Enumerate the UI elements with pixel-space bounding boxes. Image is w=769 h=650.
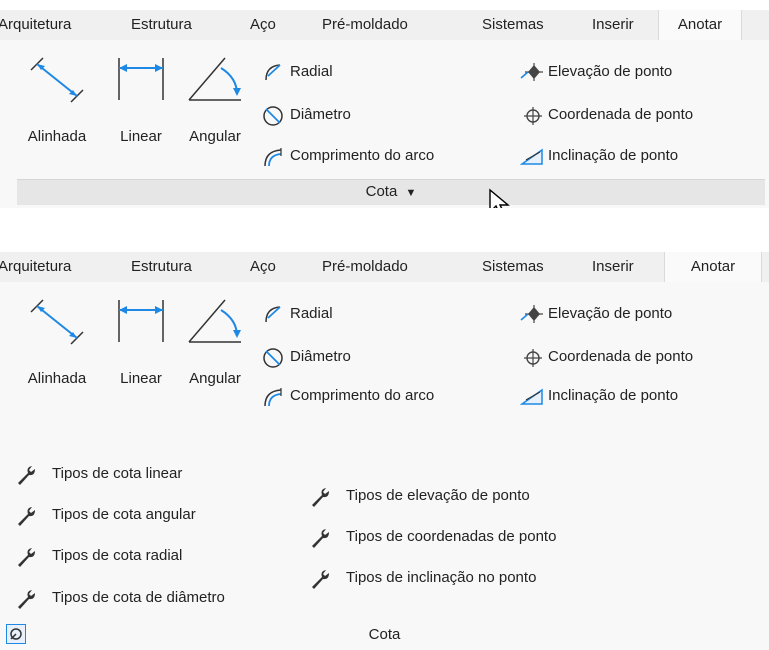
spot-coordinate-label: Coordenada de ponto xyxy=(548,106,694,123)
angular-dimension-types-label: Tipos de cota angular xyxy=(52,506,196,523)
linear-dimension-types-label: Tipos de cota linear xyxy=(52,465,183,482)
ribbon-panel-cota-expanded: Alinhada Linear Angular Radial Diâmetro … xyxy=(0,282,769,650)
radial-dimension-types-label: Tipos de cota radial xyxy=(52,547,183,564)
spot-slope-icon xyxy=(520,148,543,165)
tab-estrutura[interactable]: Estrutura xyxy=(131,10,192,40)
linear-dimension-icon xyxy=(118,300,164,342)
radial-label: Radial xyxy=(290,305,333,322)
angular-dimension-icon xyxy=(188,57,241,101)
spot-coordinate-button[interactable]: Coordenada de ponto xyxy=(520,103,765,127)
spot-coordinate-label: Coordenada de ponto xyxy=(548,348,694,365)
linear-dimension-button[interactable]: Linear xyxy=(106,50,176,150)
ribbon-tab-bar-expanded: Arquitetura Estrutura Aço Pré-moldado Si… xyxy=(0,252,769,282)
angular-dimension-types-button[interactable]: Tipos de cota angular xyxy=(16,503,256,527)
radial-label: Radial xyxy=(290,63,333,80)
arc-length-dimension-button[interactable]: Comprimento do arco xyxy=(262,384,522,408)
spot-slope-label: Inclinação de ponto xyxy=(548,387,679,404)
wrench-icon xyxy=(18,590,35,609)
tab-inserir[interactable]: Inserir xyxy=(592,252,634,282)
radial-dimension-button[interactable]: Radial xyxy=(262,302,462,326)
panel-title: Cota xyxy=(365,183,398,200)
arc-length-dimension-button[interactable]: Comprimento do arco xyxy=(262,144,522,168)
spot-elevation-button[interactable]: Elevação de ponto xyxy=(520,60,760,84)
linear-dimension-types-button[interactable]: Tipos de cota linear xyxy=(16,462,246,486)
radial-icon xyxy=(265,64,281,81)
spot-elevation-label: Elevação de ponto xyxy=(548,305,673,322)
aligned-dimension-icon xyxy=(30,57,84,103)
spot-coordinate-types-label: Tipos de coordenadas de ponto xyxy=(346,528,557,545)
arc-length-label: Comprimento do arco xyxy=(290,387,435,404)
spot-coordinate-button[interactable]: Coordenada de ponto xyxy=(520,345,768,369)
diameter-dimension-types-button[interactable]: Tipos de cota de diâmetro xyxy=(16,586,296,610)
aligned-dimension-label: Alinhada xyxy=(27,370,87,387)
spot-elevation-icon xyxy=(520,305,543,323)
separator xyxy=(0,208,769,232)
tab-pre-moldado[interactable]: Pré-moldado xyxy=(322,10,408,40)
tab-arquitetura[interactable]: Arquitetura xyxy=(0,10,71,40)
angular-dimension-label: Angular xyxy=(189,370,241,387)
wrench-icon xyxy=(18,507,35,526)
angular-dimension-label: Angular xyxy=(189,128,241,145)
aligned-dimension-button[interactable]: Alinhada xyxy=(22,292,92,392)
spot-slope-types-button[interactable]: Tipos de inclinação no ponto xyxy=(310,566,610,590)
panel-title-bar[interactable]: Cota ▼ xyxy=(17,179,765,205)
tab-pre-moldado[interactable]: Pré-moldado xyxy=(322,252,408,282)
spot-coordinate-icon xyxy=(524,107,542,125)
tab-aco[interactable]: Aço xyxy=(250,10,276,40)
panel-title: Cota xyxy=(368,626,401,643)
radial-dimension-types-button[interactable]: Tipos de cota radial xyxy=(16,544,246,568)
spot-elevation-types-button[interactable]: Tipos de elevação de ponto xyxy=(310,484,610,508)
ribbon-panel-cota: Alinhada Linear Angular Radial Diâmetro … xyxy=(0,40,769,216)
radial-dimension-button[interactable]: Radial xyxy=(262,60,462,84)
aligned-dimension-label: Alinhada xyxy=(27,128,87,145)
wrench-icon xyxy=(312,570,329,589)
arc-length-label: Comprimento do arco xyxy=(290,147,435,164)
linear-dimension-icon xyxy=(118,58,164,100)
angular-dimension-button[interactable]: Angular xyxy=(175,50,255,150)
linear-dimension-label: Linear xyxy=(120,370,162,387)
spot-elevation-types-label: Tipos de elevação de ponto xyxy=(346,487,530,504)
diameter-label: Diâmetro xyxy=(290,106,351,123)
tab-anotar[interactable]: Anotar xyxy=(664,252,762,282)
tab-arquitetura[interactable]: Arquitetura xyxy=(0,252,71,282)
wrench-icon xyxy=(312,488,329,507)
diameter-dimension-button[interactable]: Diâmetro xyxy=(262,103,462,127)
wrench-icon xyxy=(312,529,329,548)
radial-icon xyxy=(265,306,281,323)
aligned-dimension-icon xyxy=(30,299,84,345)
aligned-dimension-button[interactable]: Alinhada xyxy=(22,50,92,150)
spot-elevation-icon xyxy=(520,63,543,81)
diameter-icon xyxy=(263,348,283,368)
ribbon-tab-bar: Arquitetura Estrutura Aço Pré-moldado Si… xyxy=(0,10,769,40)
diameter-dimension-button[interactable]: Diâmetro xyxy=(262,345,462,369)
wrench-icon xyxy=(18,548,35,567)
spot-slope-icon xyxy=(520,388,543,405)
tab-anotar[interactable]: Anotar xyxy=(658,10,742,40)
spot-elevation-label: Elevação de ponto xyxy=(548,63,673,80)
wrench-icon xyxy=(18,466,35,485)
linear-dimension-label: Linear xyxy=(120,128,162,145)
panel-expand-arrow[interactable]: ▼ xyxy=(405,187,416,199)
diameter-icon xyxy=(263,106,283,126)
linear-dimension-button[interactable]: Linear xyxy=(106,292,176,392)
diameter-dimension-types-label: Tipos de cota de diâmetro xyxy=(52,589,225,606)
tab-inserir[interactable]: Inserir xyxy=(592,10,634,40)
spot-elevation-button[interactable]: Elevação de ponto xyxy=(520,302,760,326)
tab-estrutura[interactable]: Estrutura xyxy=(131,252,192,282)
spot-coordinate-types-button[interactable]: Tipos de coordenadas de ponto xyxy=(310,525,630,549)
tab-sistemas[interactable]: Sistemas xyxy=(482,252,544,282)
arc-length-icon xyxy=(264,388,282,407)
angular-dimension-icon xyxy=(188,299,241,343)
diameter-label: Diâmetro xyxy=(290,348,351,365)
arc-length-icon xyxy=(264,148,282,167)
angular-dimension-button[interactable]: Angular xyxy=(175,292,255,392)
tab-sistemas[interactable]: Sistemas xyxy=(482,10,544,40)
spot-slope-label: Inclinação de ponto xyxy=(548,147,679,164)
tab-aco[interactable]: Aço xyxy=(250,252,276,282)
spot-slope-button[interactable]: Inclinação de ponto xyxy=(520,384,760,408)
spot-slope-button[interactable]: Inclinação de ponto xyxy=(520,144,760,168)
spot-coordinate-icon xyxy=(524,349,542,367)
spot-slope-types-label: Tipos de inclinação no ponto xyxy=(346,569,537,586)
